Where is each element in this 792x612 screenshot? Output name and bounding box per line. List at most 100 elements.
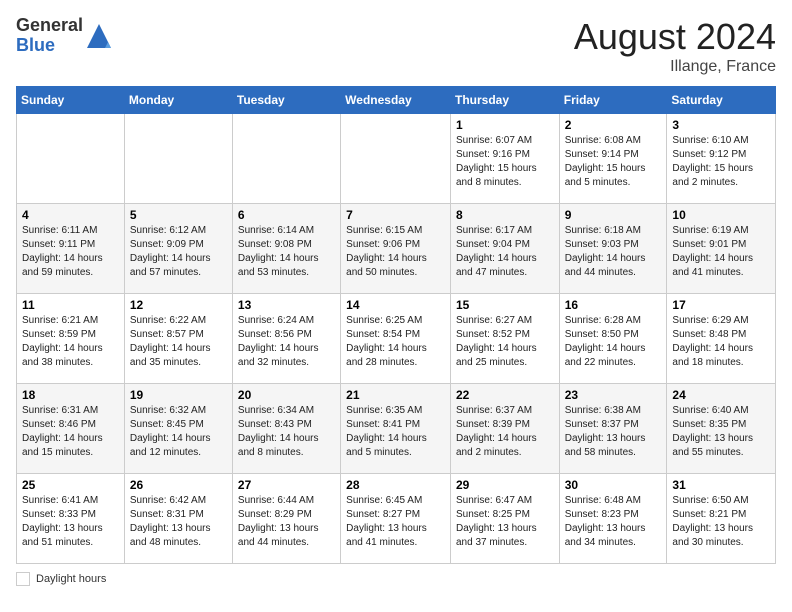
day-info: Sunrise: 6:12 AM Sunset: 9:09 PM Dayligh… — [130, 224, 227, 280]
day-number: 8 — [456, 208, 554, 222]
calendar-week-row: 25 Sunrise: 6:41 AM Sunset: 8:33 PM Dayli… — [17, 474, 776, 564]
day-info: Sunrise: 6:25 AM Sunset: 8:54 PM Dayligh… — [346, 314, 445, 370]
day-number: 4 — [22, 208, 119, 222]
month-year-title: August 2024 — [574, 16, 776, 58]
calendar-cell: 3Sunrise: 6:10 AM Sunset: 9:12 PM Daylig… — [667, 114, 776, 204]
day-info: Sunrise: 6:50 AM Sunset: 8:21 PM Dayligh… — [672, 494, 770, 550]
calendar-cell: 29Sunrise: 6:47 AM Sunset: 8:25 PM Dayli… — [450, 474, 559, 564]
day-info: Sunrise: 6:34 AM Sunset: 8:43 PM Dayligh… — [238, 404, 335, 460]
calendar-cell: 17 Sunrise: 6:29 AM Sunset: 8:48 PM Dayli… — [667, 294, 776, 384]
calendar-cell: 10 Sunrise: 6:19 AM Sunset: 9:01 PM Dayli… — [667, 204, 776, 294]
calendar-week-row: 1 Sunrise: 6:07 AM Sunset: 9:16 PM Daylig… — [17, 114, 776, 204]
calendar-col-header: Friday — [559, 87, 667, 114]
calendar-cell: 25 Sunrise: 6:41 AM Sunset: 8:33 PM Dayli… — [17, 474, 125, 564]
calendar-table: SundayMondayTuesdayWednesdayThursdayFrid… — [16, 86, 776, 564]
day-number: 10 — [672, 208, 770, 222]
day-info: Sunrise: 6:28 AM Sunset: 8:50 PM Dayligh… — [565, 314, 662, 370]
calendar-col-header: Sunday — [17, 87, 125, 114]
calendar-cell — [341, 114, 451, 204]
day-info: Sunrise: 6:14 AM Sunset: 9:08 PM Dayligh… — [238, 224, 335, 280]
calendar-cell: 7 Sunrise: 6:15 AM Sunset: 9:06 PM Daylig… — [341, 204, 451, 294]
page-header: General Blue August 2024 Illange, France — [16, 16, 776, 76]
calendar-week-row: 4 Sunrise: 6:11 AM Sunset: 9:11 PM Daylig… — [17, 204, 776, 294]
day-info: Sunrise: 6:21 AM Sunset: 8:59 PM Dayligh… — [22, 314, 119, 370]
calendar-cell: 19 Sunrise: 6:32 AM Sunset: 8:45 PM Dayli… — [124, 384, 232, 474]
calendar-cell: 6 Sunrise: 6:14 AM Sunset: 9:08 PM Daylig… — [232, 204, 340, 294]
calendar-cell: 13 Sunrise: 6:24 AM Sunset: 8:56 PM Dayli… — [232, 294, 340, 384]
calendar-cell: 27Sunrise: 6:44 AM Sunset: 8:29 PM Dayli… — [232, 474, 340, 564]
day-info: Sunrise: 6:11 AM Sunset: 9:11 PM Dayligh… — [22, 224, 119, 280]
calendar-header-row: SundayMondayTuesdayWednesdayThursdayFrid… — [17, 87, 776, 114]
day-info: Sunrise: 6:18 AM Sunset: 9:03 PM Dayligh… — [565, 224, 662, 280]
day-number: 3 — [672, 118, 770, 132]
day-number: 22 — [456, 388, 554, 402]
day-number: 25 — [22, 478, 119, 492]
calendar-col-header: Wednesday — [341, 87, 451, 114]
day-number: 30 — [565, 478, 662, 492]
day-number: 31 — [672, 478, 770, 492]
daylight-box-icon — [16, 572, 30, 586]
day-number: 24 — [672, 388, 770, 402]
calendar-cell: 2 Sunrise: 6:08 AM Sunset: 9:14 PM Daylig… — [559, 114, 667, 204]
calendar-col-header: Thursday — [450, 87, 559, 114]
day-number: 7 — [346, 208, 445, 222]
calendar-cell: 16 Sunrise: 6:28 AM Sunset: 8:50 PM Dayli… — [559, 294, 667, 384]
calendar-cell: 4 Sunrise: 6:11 AM Sunset: 9:11 PM Daylig… — [17, 204, 125, 294]
day-number: 18 — [22, 388, 119, 402]
daylight-label: Daylight hours — [36, 573, 106, 585]
day-info: Sunrise: 6:41 AM Sunset: 8:33 PM Dayligh… — [22, 494, 119, 550]
calendar-footer: Daylight hours — [16, 572, 776, 586]
day-info: Sunrise: 6:07 AM Sunset: 9:16 PM Dayligh… — [456, 134, 554, 190]
calendar-cell: 14 Sunrise: 6:25 AM Sunset: 8:54 PM Dayli… — [341, 294, 451, 384]
day-info: Sunrise: 6:24 AM Sunset: 8:56 PM Dayligh… — [238, 314, 335, 370]
day-number: 12 — [130, 298, 227, 312]
day-number: 15 — [456, 298, 554, 312]
day-info: Sunrise: 6:38 AM Sunset: 8:37 PM Dayligh… — [565, 404, 662, 460]
day-info: Sunrise: 6:19 AM Sunset: 9:01 PM Dayligh… — [672, 224, 770, 280]
title-section: August 2024 Illange, France — [574, 16, 776, 76]
day-info: Sunrise: 6:37 AM Sunset: 8:39 PM Dayligh… — [456, 404, 554, 460]
calendar-cell — [232, 114, 340, 204]
day-number: 6 — [238, 208, 335, 222]
day-number: 23 — [565, 388, 662, 402]
day-info: Sunrise: 6:17 AM Sunset: 9:04 PM Dayligh… — [456, 224, 554, 280]
day-number: 17 — [672, 298, 770, 312]
day-info: Sunrise: 6:35 AM Sunset: 8:41 PM Dayligh… — [346, 404, 445, 460]
calendar-cell: 1 Sunrise: 6:07 AM Sunset: 9:16 PM Daylig… — [450, 114, 559, 204]
day-number: 2 — [565, 118, 662, 132]
calendar-cell: 28Sunrise: 6:45 AM Sunset: 8:27 PM Dayli… — [341, 474, 451, 564]
day-number: 1 — [456, 118, 554, 132]
calendar-cell: 22 Sunrise: 6:37 AM Sunset: 8:39 PM Dayli… — [450, 384, 559, 474]
day-number: 13 — [238, 298, 335, 312]
calendar-week-row: 18Sunrise: 6:31 AM Sunset: 8:46 PM Dayli… — [17, 384, 776, 474]
calendar-cell: 18Sunrise: 6:31 AM Sunset: 8:46 PM Dayli… — [17, 384, 125, 474]
day-info: Sunrise: 6:32 AM Sunset: 8:45 PM Dayligh… — [130, 404, 227, 460]
calendar-cell: 20Sunrise: 6:34 AM Sunset: 8:43 PM Dayli… — [232, 384, 340, 474]
calendar-cell: 9Sunrise: 6:18 AM Sunset: 9:03 PM Daylig… — [559, 204, 667, 294]
calendar-week-row: 11Sunrise: 6:21 AM Sunset: 8:59 PM Dayli… — [17, 294, 776, 384]
day-info: Sunrise: 6:08 AM Sunset: 9:14 PM Dayligh… — [565, 134, 662, 190]
day-info: Sunrise: 6:42 AM Sunset: 8:31 PM Dayligh… — [130, 494, 227, 550]
calendar-col-header: Monday — [124, 87, 232, 114]
calendar-cell: 26Sunrise: 6:42 AM Sunset: 8:31 PM Dayli… — [124, 474, 232, 564]
calendar-cell: 31 Sunrise: 6:50 AM Sunset: 8:21 PM Dayli… — [667, 474, 776, 564]
day-number: 19 — [130, 388, 227, 402]
day-number: 14 — [346, 298, 445, 312]
day-info: Sunrise: 6:29 AM Sunset: 8:48 PM Dayligh… — [672, 314, 770, 370]
day-number: 5 — [130, 208, 227, 222]
day-info: Sunrise: 6:45 AM Sunset: 8:27 PM Dayligh… — [346, 494, 445, 550]
calendar-col-header: Saturday — [667, 87, 776, 114]
calendar-cell: 8 Sunrise: 6:17 AM Sunset: 9:04 PM Daylig… — [450, 204, 559, 294]
calendar-cell: 24Sunrise: 6:40 AM Sunset: 8:35 PM Dayli… — [667, 384, 776, 474]
calendar-cell: 15 Sunrise: 6:27 AM Sunset: 8:52 PM Dayli… — [450, 294, 559, 384]
location-subtitle: Illange, France — [574, 58, 776, 76]
logo: General Blue — [16, 16, 113, 56]
calendar-cell — [124, 114, 232, 204]
day-info: Sunrise: 6:27 AM Sunset: 8:52 PM Dayligh… — [456, 314, 554, 370]
calendar-cell: 23 Sunrise: 6:38 AM Sunset: 8:37 PM Dayli… — [559, 384, 667, 474]
day-number: 16 — [565, 298, 662, 312]
day-info: Sunrise: 6:15 AM Sunset: 9:06 PM Dayligh… — [346, 224, 445, 280]
day-number: 27 — [238, 478, 335, 492]
day-info: Sunrise: 6:47 AM Sunset: 8:25 PM Dayligh… — [456, 494, 554, 550]
calendar-cell: 21Sunrise: 6:35 AM Sunset: 8:41 PM Dayli… — [341, 384, 451, 474]
